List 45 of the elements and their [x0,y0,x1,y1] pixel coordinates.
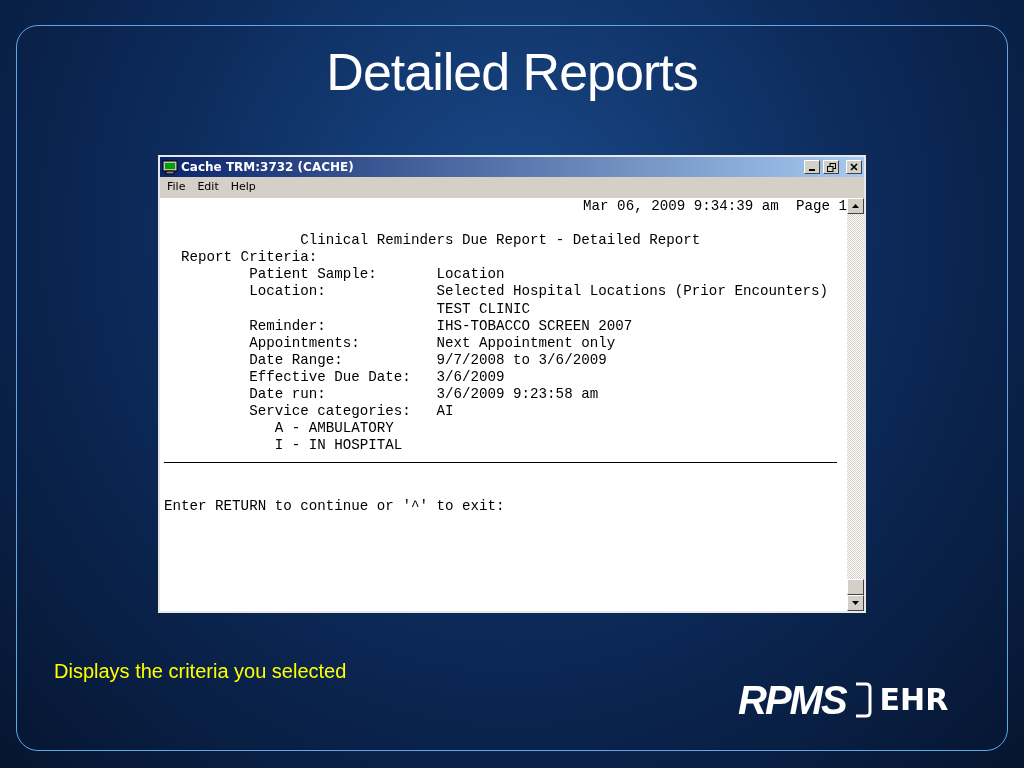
criteria-sub-item: A - AMBULATORY [274,420,394,438]
menu-item[interactable]: Help [230,179,256,196]
slide-caption: Displays the criteria you selected [54,659,347,684]
criteria-value: IHS-TOBACCO SCREEN 2007 [436,317,633,335]
criteria-value: Next Appointment only [436,334,616,352]
prompt-text: Enter RETURN to continue or '^' to exit: [164,497,505,515]
menu-item[interactable]: File [167,179,186,196]
page-number: Page 1 [795,198,847,216]
criteria-label: Reminder: [249,317,327,335]
scroll-up-button[interactable] [847,198,864,214]
scroll-thumb[interactable] [847,579,864,595]
report-title: Clinical Reminders Due Report - Detailed Report [300,232,701,250]
up-arrow-icon [852,204,859,208]
restore-button[interactable] [823,160,839,174]
down-arrow-icon [852,601,859,605]
minimize-button[interactable] [804,160,820,174]
criteria-value: 3/6/2009 9:23:58 am [436,386,599,404]
logo-text: RPMS [738,680,846,720]
close-icon [850,163,858,171]
criteria-value: 9/7/2008 to 3/6/2009 [436,351,607,369]
timestamp-text: Mar 06, 2009 9:34:39 am [583,198,779,216]
criteria-label: Patient Sample: [249,266,378,284]
menu-item[interactable]: Edit [197,179,219,196]
logo-suffix: EHR [879,685,949,715]
criteria-sub-item: I - IN HOSPITAL [274,437,403,455]
close-button[interactable] [846,160,862,174]
criteria-label: Appointments: [249,334,361,352]
window-title: Cache TRM:3732 (CACHE) [181,159,355,176]
window-outline-icon [853,680,872,720]
scrollbar[interactable] [847,198,864,611]
criteria-label: Date run: [249,386,327,404]
scroll-down-button[interactable] [847,595,864,611]
criteria-label: Service categories: [249,403,412,421]
criteria-label: Location: [249,283,327,301]
criteria-value: AI [436,403,454,421]
criteria-value: 3/6/2009 [436,368,505,387]
criteria-value: Location [436,266,505,284]
criteria-value: TEST CLINIC [436,300,531,318]
criteria-label: Date Range: [249,351,344,369]
criteria-label: Effective Due Date: [249,368,412,387]
criteria-value: Selected Hospital Locations (Prior Encounters) [436,283,829,301]
slide-title: Detailed Reports [325,42,699,102]
criteria-heading: Report Criteria: [181,249,318,267]
restore-icon [826,162,836,172]
monitor-icon [162,159,178,175]
